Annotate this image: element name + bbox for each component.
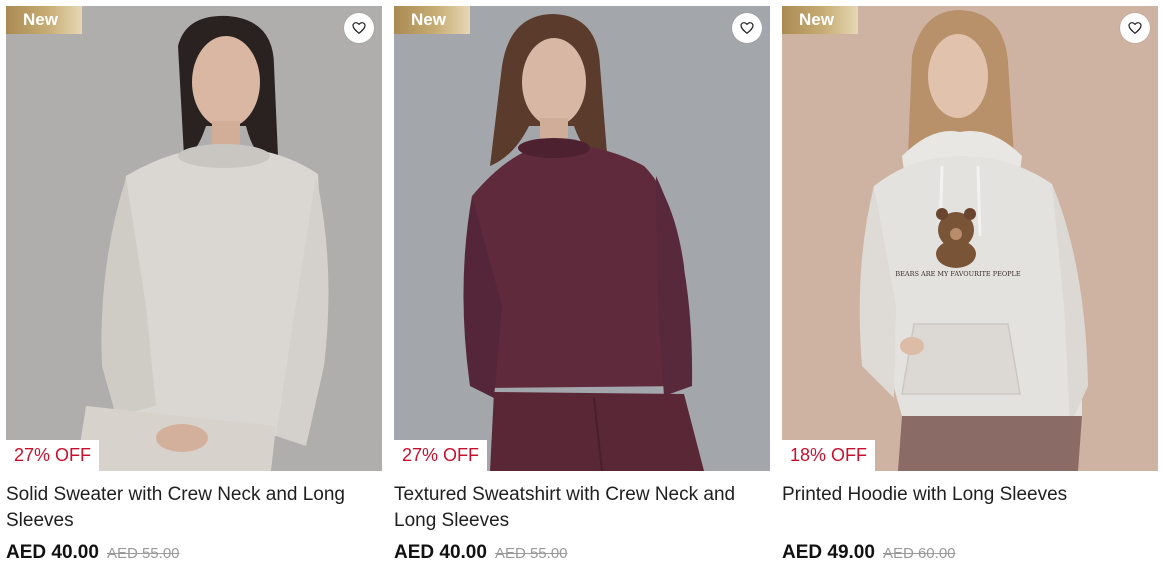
product-photo-model-plum-sweatshirt xyxy=(394,6,770,471)
price-row: AED 40.00 AED 55.00 xyxy=(6,542,180,568)
original-price: AED 55.00 xyxy=(106,545,180,562)
product-card[interactable]: BEARS ARE MY FAVOURITE PEOPLE New 18% OF… xyxy=(782,6,1158,577)
product-image[interactable]: New 27% OFF xyxy=(6,6,382,471)
new-badge: New xyxy=(782,6,858,34)
product-photo-model-grey-sweater xyxy=(6,6,382,471)
product-title[interactable]: Solid Sweater with Crew Neck and Long Sl… xyxy=(6,482,382,534)
discount-label: 27% OFF xyxy=(6,440,100,471)
discount-label: 18% OFF xyxy=(782,440,876,471)
product-title[interactable]: Textured Sweatshirt with Crew Neck and L… xyxy=(394,482,770,534)
product-image[interactable]: New 27% OFF xyxy=(394,6,770,471)
product-image[interactable]: BEARS ARE MY FAVOURITE PEOPLE New 18% OF… xyxy=(782,6,1158,471)
wishlist-button[interactable] xyxy=(732,13,762,43)
discount-label: 27% OFF xyxy=(394,440,488,471)
heart-outline-icon xyxy=(740,22,754,34)
product-grid: New 27% OFF Solid Sweater with Crew Neck… xyxy=(6,6,1158,577)
wishlist-button[interactable] xyxy=(1120,13,1150,43)
product-card[interactable]: New 27% OFF Textured Sweatshirt with Cre… xyxy=(394,6,770,577)
product-card[interactable]: New 27% OFF Solid Sweater with Crew Neck… xyxy=(6,6,382,577)
heart-outline-icon xyxy=(1128,22,1142,34)
price-row: AED 40.00 AED 55.00 xyxy=(394,542,568,568)
new-badge: New xyxy=(394,6,470,34)
hoodie-print-text: BEARS ARE MY FAVOURITE PEOPLE xyxy=(895,270,1020,278)
product-title[interactable]: Printed Hoodie with Long Sleeves xyxy=(782,482,1158,534)
price-row: AED 49.00 AED 60.00 xyxy=(782,542,956,568)
svg-text:BEARS ARE MY FAVOURITE PEOPLE: BEARS ARE MY FAVOURITE PEOPLE xyxy=(895,270,1020,278)
wishlist-button[interactable] xyxy=(344,13,374,43)
heart-outline-icon xyxy=(352,22,366,34)
current-price: AED 40.00 xyxy=(394,542,487,563)
current-price: AED 49.00 xyxy=(782,542,875,563)
original-price: AED 55.00 xyxy=(494,545,568,562)
new-badge: New xyxy=(6,6,82,34)
current-price: AED 40.00 xyxy=(6,542,99,563)
original-price: AED 60.00 xyxy=(882,545,956,562)
